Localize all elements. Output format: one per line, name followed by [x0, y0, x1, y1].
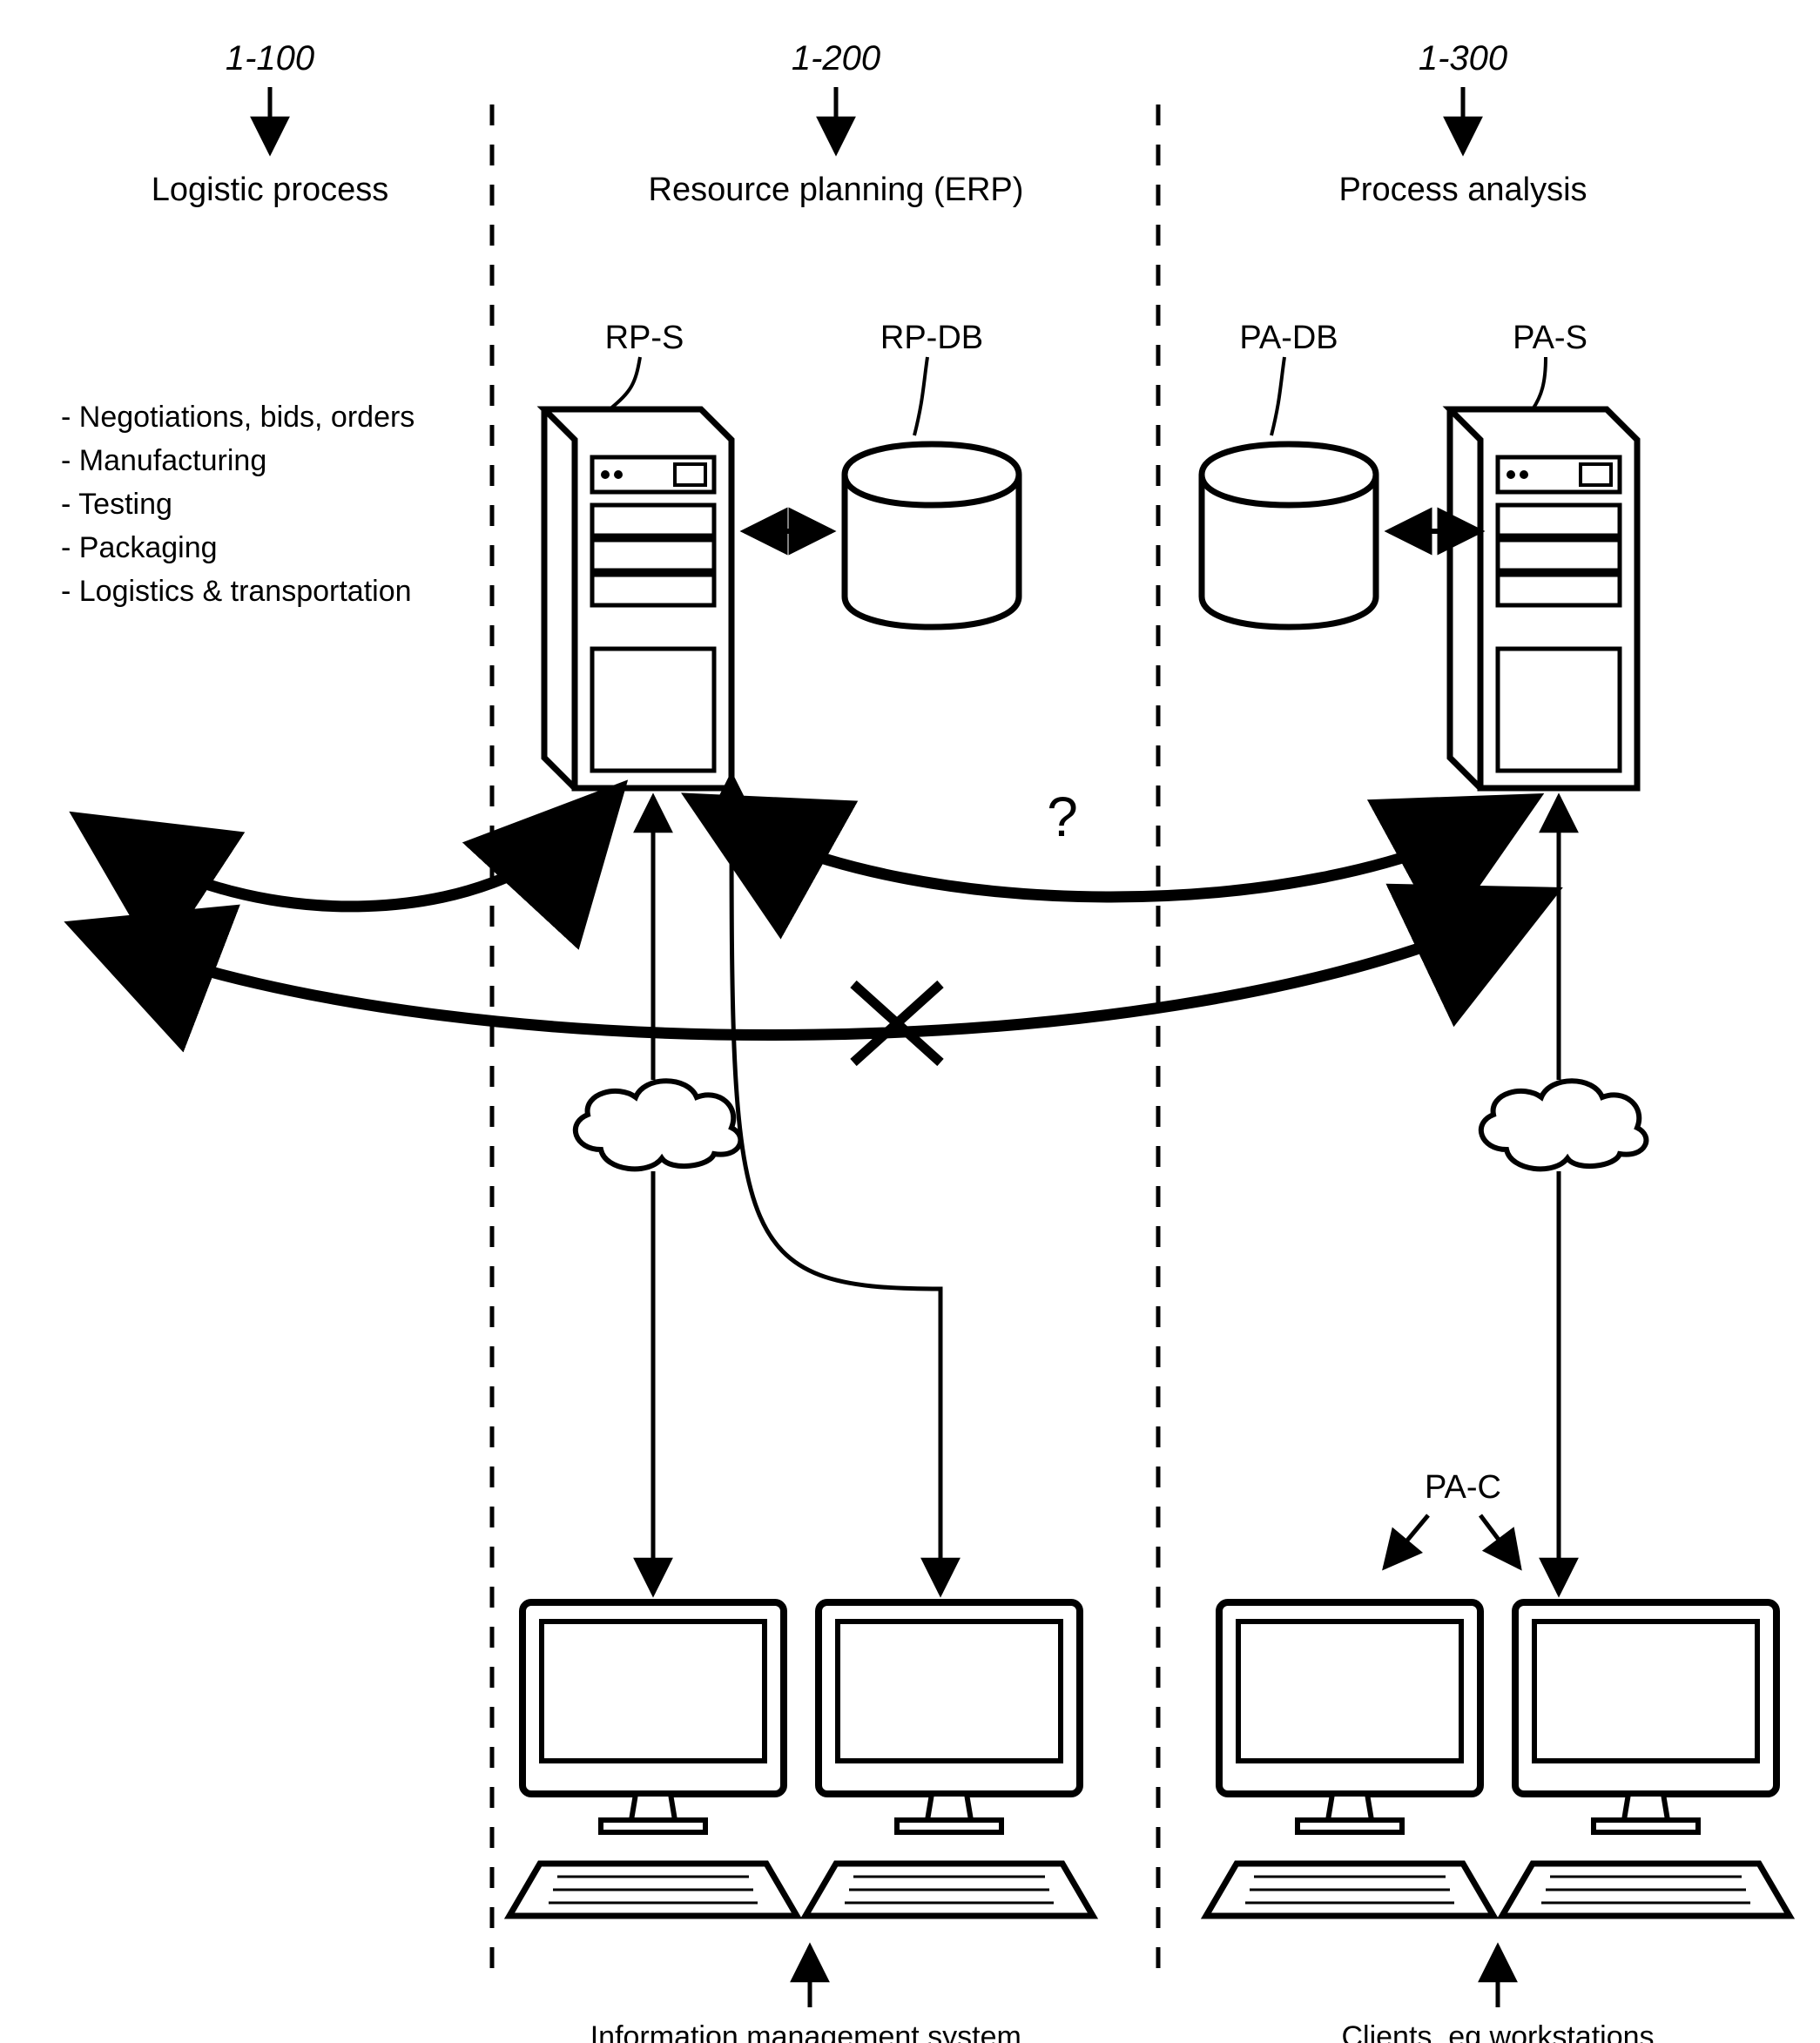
- callout-left: 1-100: [226, 39, 314, 78]
- pa-db-label: PA-DB: [1239, 320, 1338, 356]
- diagram-canvas: 1-100 Logistic process 1-200 Resource pl…: [0, 0, 1820, 2043]
- callout-right: 1-300: [1419, 39, 1507, 78]
- workstation-icon: [509, 1602, 797, 1916]
- bullet-2: - Testing: [61, 488, 172, 521]
- question-mark: ?: [1047, 786, 1078, 848]
- workstation-icon: [1206, 1602, 1493, 1916]
- pa-c-label: PA-C: [1425, 1469, 1501, 1506]
- pa-block: PA-DB PA-S: [1202, 320, 1637, 788]
- callout-middle: 1-200: [792, 39, 880, 78]
- bullet-0: - Negotiations, bids, orders: [61, 401, 415, 434]
- network-middle: [576, 775, 940, 1594]
- rp-s-label: RP-S: [605, 320, 684, 356]
- rp-db-label: RP-DB: [880, 320, 983, 356]
- bottom-label-middle: Information management system, eg ERP sy…: [590, 1946, 1030, 2043]
- pa-db-icon: [1202, 444, 1376, 627]
- pa-server-icon: [1450, 409, 1637, 788]
- column-header-middle: 1-200 Resource planning (ERP): [649, 39, 1024, 208]
- arrow-erp-pa-question: ?: [727, 786, 1498, 897]
- pa-s-label: PA-S: [1513, 320, 1587, 356]
- rp-server-icon: [544, 409, 731, 788]
- rp-db-icon: [845, 444, 1019, 627]
- pa-c-callout: PA-C: [1385, 1469, 1520, 1568]
- arrow-logistics-erp: [113, 819, 592, 907]
- column-header-right: 1-300 Process analysis: [1338, 39, 1587, 208]
- cross-icon: [853, 984, 940, 1062]
- column-header-left: 1-100 Logistic process: [152, 39, 388, 208]
- bullet-1: - Manufacturing: [61, 444, 266, 477]
- cloud-icon-middle: [576, 1081, 741, 1169]
- title-middle: Resource planning (ERP): [649, 172, 1024, 208]
- rp-block: RP-S RP-DB: [544, 320, 1019, 788]
- title-left: Logistic process: [152, 172, 388, 208]
- bottom-right-line1: Clients, eg workstations: [1341, 2020, 1654, 2043]
- workstation-icon: [806, 1602, 1093, 1916]
- cloud-icon-right: [1481, 1081, 1647, 1169]
- bullet-3: - Packaging: [61, 531, 218, 564]
- bottom-label-right: Clients, eg workstations or other proces…: [1341, 1946, 1654, 2043]
- process-bullets: - Negotiations, bids, orders - Manufactu…: [61, 401, 415, 608]
- arrow-logistics-pa-cross: [113, 910, 1515, 1062]
- bottom-middle-line1: Information management system,: [590, 2020, 1030, 2043]
- workstation-icon: [1502, 1602, 1790, 1916]
- title-right: Process analysis: [1338, 172, 1587, 208]
- bullet-4: - Logistics & transportation: [61, 575, 412, 608]
